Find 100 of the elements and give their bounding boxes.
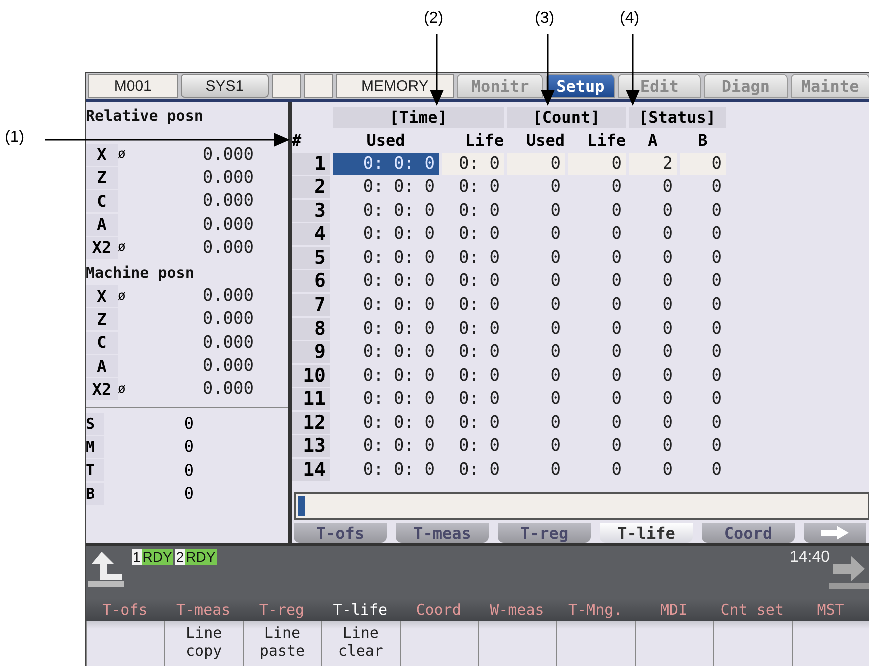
- table-cell[interactable]: 0: 0: [442, 270, 504, 292]
- table-cell[interactable]: 0: [568, 246, 626, 269]
- table-cell[interactable]: 0: [568, 388, 626, 410]
- table-cell[interactable]: 0: 0: 0: [333, 223, 439, 246]
- function-key[interactable]: Line paste: [242, 621, 322, 666]
- table-cell[interactable]: 0: [680, 435, 726, 458]
- function-key[interactable]: [713, 621, 792, 666]
- table-cell[interactable]: 0: 0: 0: [333, 176, 439, 198]
- table-cell[interactable]: 0: [629, 176, 677, 198]
- table-cell[interactable]: 0: [568, 412, 626, 434]
- table-cell[interactable]: 0: [568, 152, 626, 175]
- table-cell[interactable]: 0: 0: 0: [333, 152, 439, 175]
- sub-tab[interactable]: T-meas: [396, 523, 489, 544]
- screen-tab[interactable]: Setup: [546, 74, 615, 98]
- table-cell[interactable]: 0: [629, 318, 677, 340]
- table-cell[interactable]: 0: [568, 435, 626, 458]
- table-cell[interactable]: 0: [680, 294, 726, 316]
- table-cell[interactable]: 0: 0: 0: [333, 270, 439, 292]
- table-cell[interactable]: 0: [507, 435, 565, 458]
- table-cell[interactable]: 0: [568, 318, 626, 340]
- table-cell[interactable]: 0: 0: [442, 388, 504, 410]
- table-cell[interactable]: 0: [629, 388, 677, 410]
- table-cell[interactable]: 0: [507, 364, 565, 387]
- table-cell[interactable]: 0: [507, 294, 565, 316]
- table-cell[interactable]: 0: [680, 458, 726, 481]
- table-cell[interactable]: 0: 0: 0: [333, 458, 439, 481]
- table-cell[interactable]: 0: [629, 458, 677, 481]
- table-cell[interactable]: 0: [629, 270, 677, 292]
- sub-tab[interactable]: T-ofs: [294, 523, 387, 544]
- table-cell[interactable]: 0: [507, 200, 565, 222]
- sub-tab[interactable]: T-reg: [498, 523, 591, 544]
- table-cell[interactable]: 0: [507, 152, 565, 175]
- function-key[interactable]: [478, 621, 556, 666]
- table-cell[interactable]: 0: [507, 270, 565, 292]
- table-cell[interactable]: 0: 0: [442, 341, 504, 364]
- function-key[interactable]: [400, 621, 478, 666]
- table-cell[interactable]: 0: 0: [442, 176, 504, 198]
- table-cell[interactable]: 0: 0: 0: [333, 246, 439, 269]
- table-cell[interactable]: 0: [629, 412, 677, 434]
- table-cell[interactable]: 0: [680, 318, 726, 340]
- table-cell[interactable]: 0: [507, 458, 565, 481]
- table-cell[interactable]: 0: [629, 246, 677, 269]
- table-cell[interactable]: 0: [629, 435, 677, 458]
- table-cell[interactable]: 0: 0: [442, 223, 504, 246]
- table-cell[interactable]: 0: [507, 341, 565, 364]
- sub-tab[interactable]: T-life: [600, 523, 693, 544]
- table-cell[interactable]: 0: [680, 270, 726, 292]
- table-cell[interactable]: 0: 0: [442, 152, 504, 175]
- table-cell[interactable]: 0: [680, 364, 726, 387]
- table-cell[interactable]: 0: 0: [442, 318, 504, 340]
- function-key[interactable]: Line clear: [321, 621, 400, 666]
- forward-arrow-icon[interactable]: [829, 556, 869, 590]
- table-cell[interactable]: 0: 0: [442, 435, 504, 458]
- table-cell[interactable]: 0: [568, 364, 626, 387]
- table-cell[interactable]: 0: 0: [442, 458, 504, 481]
- table-cell[interactable]: 0: [680, 200, 726, 222]
- table-cell[interactable]: 0: 0: [442, 294, 504, 316]
- table-cell[interactable]: 0: [507, 388, 565, 410]
- table-cell[interactable]: 0: 0: 0: [333, 412, 439, 434]
- table-cell[interactable]: 0: [629, 364, 677, 387]
- table-cell[interactable]: 0: [568, 341, 626, 364]
- table-cell[interactable]: 0: 0: 0: [333, 341, 439, 364]
- function-key[interactable]: [792, 621, 869, 666]
- table-cell[interactable]: 0: [680, 341, 726, 364]
- table-cell[interactable]: 2: [629, 152, 677, 175]
- table-cell[interactable]: 0: [507, 318, 565, 340]
- table-cell[interactable]: 0: [568, 458, 626, 481]
- table-cell[interactable]: 0: 0: 0: [333, 318, 439, 340]
- input-field[interactable]: [294, 492, 869, 520]
- table-cell[interactable]: 0: [680, 246, 726, 269]
- function-key[interactable]: Line copy: [164, 621, 243, 666]
- function-key[interactable]: [556, 621, 635, 666]
- table-cell[interactable]: 0: [507, 223, 565, 246]
- table-cell[interactable]: 0: [680, 152, 726, 175]
- table-cell[interactable]: 0: [568, 200, 626, 222]
- function-key[interactable]: [634, 621, 714, 666]
- table-cell[interactable]: 0: [680, 176, 726, 198]
- table-cell[interactable]: 0: 0: 0: [333, 435, 439, 458]
- table-cell[interactable]: 0: [680, 223, 726, 246]
- table-cell[interactable]: 0: 0: [442, 412, 504, 434]
- table-cell[interactable]: 0: [680, 412, 726, 434]
- table-cell[interactable]: 0: 0: 0: [333, 388, 439, 410]
- table-cell[interactable]: 0: [507, 246, 565, 269]
- table-cell[interactable]: 0: [507, 412, 565, 434]
- table-cell[interactable]: 0: [568, 294, 626, 316]
- table-cell[interactable]: 0: 0: [442, 200, 504, 222]
- table-cell[interactable]: 0: 0: 0: [333, 294, 439, 316]
- table-cell[interactable]: 0: [629, 223, 677, 246]
- table-cell[interactable]: 0: [507, 176, 565, 198]
- table-cell[interactable]: 0: [568, 176, 626, 198]
- table-cell[interactable]: 0: 0: 0: [333, 364, 439, 387]
- table-cell[interactable]: 0: [568, 270, 626, 292]
- next-tab[interactable]: [804, 523, 866, 544]
- table-cell[interactable]: 0: [680, 388, 726, 410]
- table-cell[interactable]: 0: [629, 341, 677, 364]
- return-arrow-icon[interactable]: [88, 552, 124, 588]
- table-cell[interactable]: 0: 0: 0: [333, 200, 439, 222]
- table-cell[interactable]: 0: [629, 200, 677, 222]
- sub-tab[interactable]: Coord: [702, 523, 795, 544]
- table-cell[interactable]: 0: [629, 294, 677, 316]
